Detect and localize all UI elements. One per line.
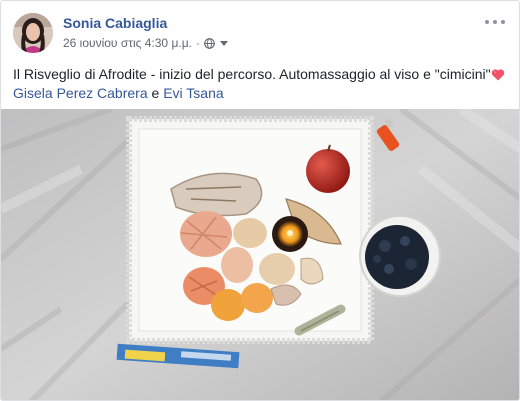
post-meta: 26 ιουνίου στις 4:30 μ.μ. · bbox=[63, 36, 228, 50]
post-card: Sonia Cabiaglia 26 ιουνίου στις 4:30 μ.μ… bbox=[0, 0, 520, 401]
post-header: Sonia Cabiaglia 26 ιουνίου στις 4:30 μ.μ… bbox=[13, 13, 509, 55]
tagged-user-gisela[interactable]: Gisela Perez Cabrera bbox=[13, 85, 148, 101]
meta-separator: · bbox=[195, 36, 200, 50]
privacy-chevron-down-icon[interactable] bbox=[219, 40, 228, 46]
post-body: Il Risveglio di Afrodite - inizio del pe… bbox=[13, 66, 491, 82]
more-options-icon[interactable] bbox=[485, 15, 505, 29]
author-name[interactable]: Sonia Cabiaglia bbox=[63, 15, 167, 31]
tagged-user-evi[interactable]: Evi Tsana bbox=[163, 85, 223, 101]
post-timestamp[interactable]: 26 ιουνίου στις 4:30 μ.μ. bbox=[63, 36, 192, 50]
post-photo[interactable] bbox=[1, 109, 520, 401]
post-text: Il Risveglio di Afrodite - inizio del pe… bbox=[13, 65, 509, 103]
heart-emoji-icon bbox=[491, 69, 504, 81]
globe-icon[interactable] bbox=[204, 37, 215, 49]
conjunction-text: e bbox=[147, 85, 164, 101]
avatar[interactable] bbox=[13, 13, 53, 53]
